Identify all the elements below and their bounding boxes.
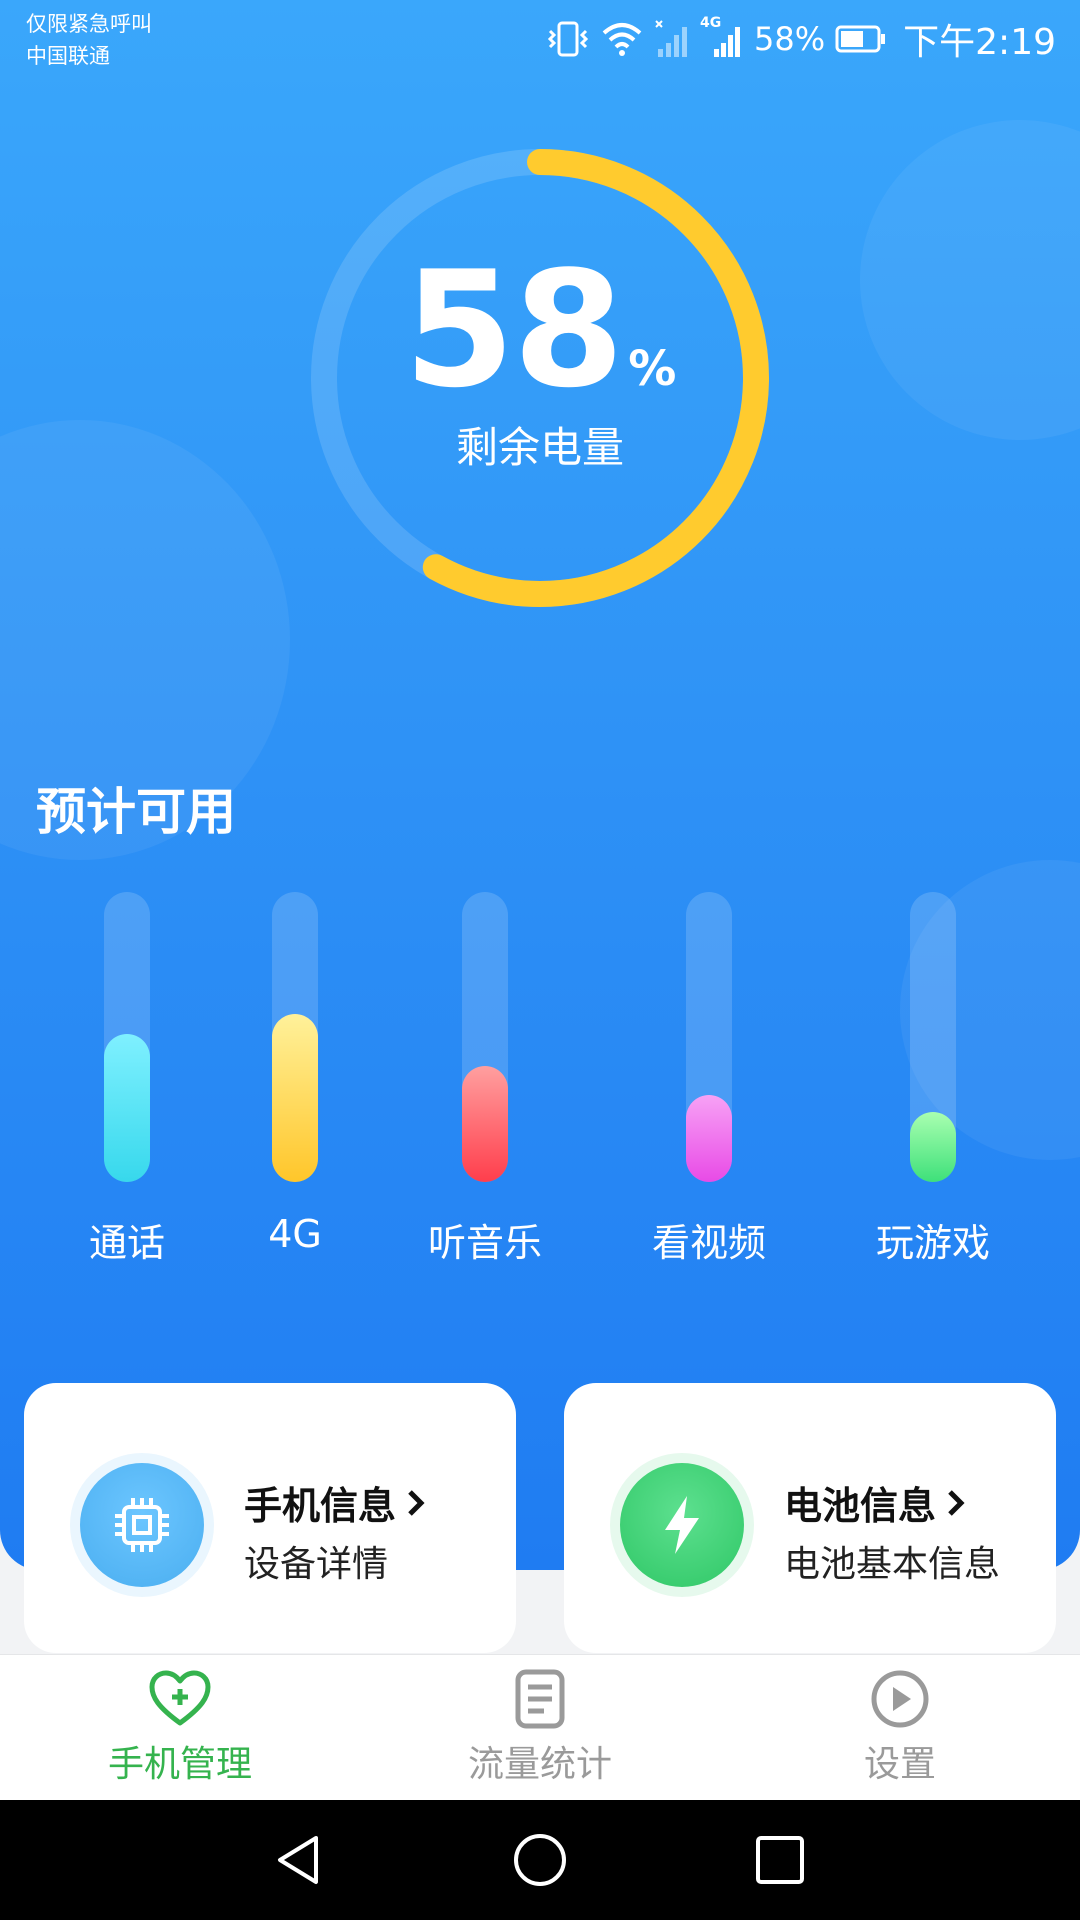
lightning-icon (665, 1496, 699, 1554)
decor-bubble (860, 120, 1080, 440)
usage-bar-call: 通话 (42, 892, 212, 1267)
bar-label: 看视频 (651, 1221, 766, 1265)
battery-percent: 58% (300, 250, 780, 410)
bar-fill (910, 1112, 956, 1182)
battery-info-icon (620, 1463, 744, 1587)
battery-remaining-label: 剩余电量 (455, 423, 624, 472)
signal-no-sim-icon (654, 19, 690, 59)
battery-percent-value: 58 (403, 236, 625, 423)
signal-4g-icon: 4G (700, 15, 744, 59)
battery-info-title: 电池信息 (784, 1475, 966, 1530)
usage-bar-4g: 4G (210, 892, 380, 1256)
usage-bar-game: 玩游戏 (848, 892, 1018, 1267)
battery-info-subtitle: 电池基本信息 (784, 1544, 1001, 1585)
nav-label: 设置 (863, 1744, 936, 1785)
system-nav-bar (0, 1800, 1080, 1920)
bar-track (686, 892, 732, 1182)
chip-icon (115, 1498, 169, 1552)
bar-track (462, 892, 508, 1182)
vibrate-icon (546, 19, 590, 59)
battery-percent-text: 58% (754, 20, 826, 58)
carrier-name: 中国联通 (26, 44, 110, 68)
bottom-nav: 手机管理 流量统计 设置 (0, 1654, 1080, 1800)
status-icons: 4G 58% 下午2:19 (546, 14, 1056, 64)
nav-item-data-usage[interactable]: 流量统计 (430, 1669, 650, 1787)
bar-fill (686, 1095, 732, 1182)
battery-icon (835, 24, 887, 54)
chevron-right-icon (948, 1489, 965, 1516)
wifi-icon (600, 19, 644, 59)
phone-info-title-text: 手机信息 (244, 1484, 397, 1528)
nav-item-phone-manage[interactable]: 手机管理 (70, 1669, 290, 1787)
document-icon (515, 1669, 565, 1729)
battery-info-card[interactable]: 电池信息 电池基本信息 (564, 1383, 1056, 1653)
phone-info-icon (80, 1463, 204, 1587)
play-circle-icon (871, 1670, 929, 1728)
battery-percent-sign: % (628, 341, 677, 397)
nav-item-settings[interactable]: 设置 (790, 1669, 1010, 1787)
phone-info-title: 手机信息 (244, 1475, 426, 1530)
bar-label: 通话 (88, 1221, 165, 1265)
bar-label: 玩游戏 (875, 1221, 990, 1265)
bar-fill (462, 1066, 508, 1182)
nav-label: 流量统计 (467, 1744, 612, 1785)
back-icon[interactable] (270, 1830, 330, 1890)
heart-plus-icon (149, 1670, 211, 1726)
home-icon[interactable] (510, 1830, 570, 1890)
status-carrier: 仅限紧急呼叫 中国联通 (26, 8, 152, 72)
bar-fill (104, 1034, 150, 1182)
bar-fill (272, 1014, 318, 1182)
battery-info-title-text: 电池信息 (784, 1484, 937, 1528)
bar-track (910, 892, 956, 1182)
bar-track (104, 892, 150, 1182)
phone-info-subtitle: 设备详情 (244, 1544, 389, 1585)
bar-track (272, 892, 318, 1182)
emergency-only-text: 仅限紧急呼叫 (26, 12, 152, 36)
usage-bar-music: 听音乐 (400, 892, 570, 1267)
chevron-right-icon (408, 1489, 425, 1516)
bar-label: 听音乐 (427, 1221, 542, 1265)
network-type: 4G (700, 15, 722, 31)
bar-label: 4G (268, 1212, 322, 1256)
phone-info-card[interactable]: 手机信息 设备详情 (24, 1383, 516, 1653)
clock: 下午2:19 (903, 22, 1056, 63)
nav-label: 手机管理 (107, 1744, 252, 1785)
section-title: 预计可用 (36, 783, 236, 841)
header-background: 仅限紧急呼叫 中国联通 4G 58% 下午2:19 58% 剩余电量 预计可用 (0, 0, 1080, 1570)
recents-icon[interactable] (750, 1830, 810, 1890)
usage-bar-video: 看视频 (624, 892, 794, 1267)
